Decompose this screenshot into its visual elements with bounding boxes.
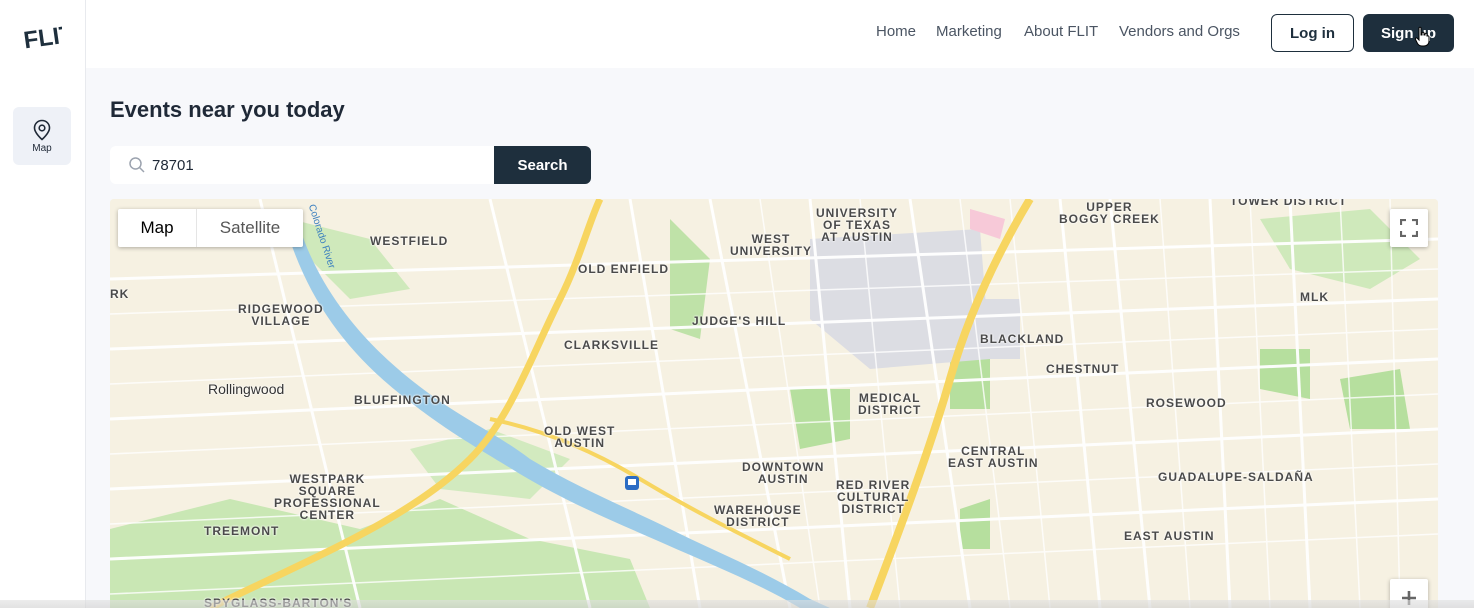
- left-sidebar: FLIT Map: [0, 0, 86, 608]
- search-icon: [129, 157, 145, 173]
- map-label-red-river: RED RIVER CULTURAL DISTRICT: [836, 478, 911, 516]
- hand-cursor-icon: [1414, 26, 1430, 47]
- map-label-tower-district: TOWER DISTRICT: [1230, 199, 1348, 208]
- map-label-rk: RK: [110, 287, 130, 301]
- map-label-bluffington: BLUFFINGTON: [354, 393, 451, 407]
- map-label-guadalupe-saldana: GUADALUPE-SALDAÑA: [1158, 470, 1314, 484]
- map-type-control: Map Satellite: [118, 209, 303, 247]
- map-label-rosewood: ROSEWOOD: [1146, 396, 1227, 410]
- map-label-central-east-austin: CENTRAL EAST AUSTIN: [948, 444, 1039, 470]
- map-label-westpark: WESTPARK SQUARE PROFESSIONAL CENTER: [274, 472, 381, 522]
- page-title: Events near you today: [110, 97, 345, 122]
- sidebar-item-label: Map: [32, 142, 52, 154]
- fullscreen-button[interactable]: [1390, 209, 1428, 247]
- map-label-downtown-austin: DOWNTOWN AUSTIN: [742, 460, 825, 486]
- map-label-old-enfield: OLD ENFIELD: [578, 262, 669, 276]
- map-label-westfield: WESTFIELD: [370, 234, 449, 248]
- bottom-edge: [0, 600, 1474, 608]
- map-type-map-button[interactable]: Map: [118, 209, 197, 247]
- map-label-upper-boggy-creek: UPPER BOGGY CREEK: [1059, 200, 1160, 226]
- top-header: [86, 0, 1474, 68]
- map-label-ut-austin: UNIVERSITY OF TEXAS AT AUSTIN: [816, 206, 899, 244]
- map-base-layer: [110, 199, 1438, 608]
- nav-home-link[interactable]: Home: [876, 23, 916, 40]
- search-button[interactable]: Search: [494, 146, 591, 184]
- logo-text: FLIT: [22, 21, 62, 52]
- map-label-judges-hill: JUDGE'S HILL: [692, 314, 787, 328]
- flit-logo[interactable]: FLIT: [22, 16, 62, 52]
- map-label-medical-district: MEDICAL DISTRICT: [858, 391, 922, 417]
- map-label-chestnut: CHESTNUT: [1046, 362, 1120, 376]
- nav-marketing-link[interactable]: Marketing: [936, 23, 1002, 40]
- map-pin-icon: [33, 119, 51, 141]
- search-field-wrapper[interactable]: [110, 146, 496, 184]
- map-label-treemont: TREEMONT: [204, 524, 280, 538]
- map-label-west-university: WEST UNIVERSITY: [730, 232, 813, 258]
- map-label-ridgewood-village: RIDGEWOOD VILLAGE: [238, 302, 324, 328]
- map-label-blackland: BLACKLAND: [980, 332, 1065, 346]
- search-input[interactable]: [152, 156, 452, 174]
- login-button[interactable]: Log in: [1271, 14, 1354, 52]
- map-label-clarksville: CLARKSVILLE: [564, 338, 659, 352]
- sidebar-item-map[interactable]: Map: [13, 107, 71, 165]
- nav-about-link[interactable]: About FLIT: [1024, 23, 1098, 40]
- map-view[interactable]: Map Satellite WESTFIELD OLD ENFIELD UNIV…: [110, 199, 1438, 608]
- nav-vendors-link[interactable]: Vendors and Orgs: [1119, 23, 1240, 40]
- map-label-mlk: MLK: [1300, 290, 1329, 304]
- map-label-old-west-austin: OLD WEST AUSTIN: [544, 424, 616, 450]
- map-label-rollingwood: Rollingwood: [208, 381, 285, 397]
- fullscreen-icon: [1400, 219, 1418, 237]
- map-type-satellite-button[interactable]: Satellite: [197, 209, 303, 247]
- map-label-warehouse-district: WAREHOUSE DISTRICT: [714, 503, 802, 529]
- signup-button[interactable]: Sign up: [1363, 14, 1454, 52]
- map-label-east-austin: EAST AUSTIN: [1124, 529, 1215, 543]
